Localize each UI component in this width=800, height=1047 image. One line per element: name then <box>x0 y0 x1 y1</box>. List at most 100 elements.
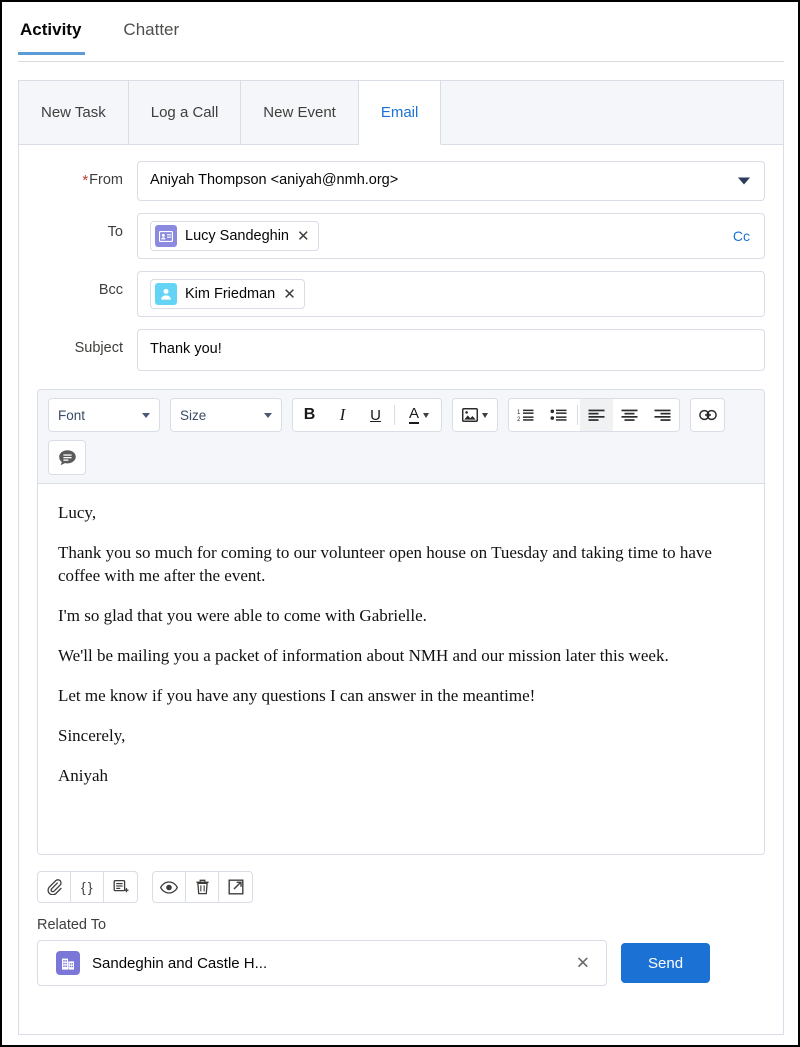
pop-out-icon <box>228 879 243 895</box>
publisher-panel: New Task Log a Call New Event Email *Fro… <box>18 80 784 1035</box>
bulleted-list-button[interactable] <box>542 399 575 431</box>
remove-recipient-to-icon[interactable]: ✕ <box>297 229 310 244</box>
from-select[interactable]: Aniyah Thompson <aniyah@nmh.org> <box>137 161 765 201</box>
subject-value: Thank you! <box>150 341 222 358</box>
lead-person-icon <box>155 283 177 305</box>
body-paragraph: Aniyah <box>58 765 109 785</box>
size-select-group: Size <box>170 398 282 432</box>
ordered-list-button[interactable]: 1 2 <box>509 399 542 431</box>
size-select[interactable]: Size <box>171 399 281 431</box>
italic-icon: I <box>339 405 346 424</box>
tab-activity[interactable]: Activity <box>18 16 103 55</box>
delete-draft-button[interactable] <box>186 872 219 902</box>
align-center-button[interactable] <box>613 399 646 431</box>
required-asterisk: * <box>82 172 89 189</box>
tab-chatter[interactable]: Chatter <box>103 16 179 54</box>
footer-action-icons: { } <box>37 871 765 903</box>
recipient-pill-bcc-label: Kim Friedman <box>185 286 276 302</box>
quick-text-button[interactable] <box>49 441 85 474</box>
recipient-pill-bcc[interactable]: Kim Friedman ✕ <box>150 279 305 309</box>
publisher-tab-email[interactable]: Email <box>358 81 442 145</box>
related-to-row: Sandeghin and Castle H... ✕ Send <box>37 940 765 986</box>
bcc-input[interactable]: Kim Friedman ✕ <box>137 271 765 317</box>
remove-recipient-bcc-icon[interactable]: ✕ <box>283 287 296 302</box>
publisher-tab-log-a-call[interactable]: Log a Call <box>129 81 242 144</box>
body-paragraph: Lucy, <box>58 503 97 522</box>
bulleted-list-icon <box>550 409 567 421</box>
bold-button[interactable]: B <box>293 399 326 431</box>
chevron-down-icon <box>264 412 272 418</box>
pop-out-button[interactable] <box>219 872 252 902</box>
font-select-label: Font <box>58 407 86 423</box>
ordered-list-icon: 1 2 <box>517 409 534 422</box>
publisher-tab-new-task[interactable]: New Task <box>19 81 129 144</box>
image-icon <box>462 408 478 422</box>
clear-related-to-icon[interactable]: ✕ <box>576 955 590 972</box>
footer-icon-group-left: { } <box>37 871 138 903</box>
toolbar-divider <box>394 405 395 425</box>
primary-tab-bar: Activity Chatter <box>18 16 784 62</box>
svg-text:1: 1 <box>517 410 521 416</box>
publisher-tab-log-a-call-label: Log a Call <box>150 104 219 121</box>
font-select[interactable]: Font <box>49 399 159 431</box>
related-to-input[interactable]: Sandeghin and Castle H... ✕ <box>37 940 607 986</box>
from-row: *From Aniyah Thompson <aniyah@nmh.org> <box>37 161 765 201</box>
attach-file-button[interactable] <box>38 872 71 902</box>
subject-input[interactable]: Thank you! <box>137 329 765 371</box>
email-body[interactable]: Lucy, Thank you so much for coming to ou… <box>38 484 764 854</box>
body-paragraph: Thank you so much for coming to our volu… <box>58 542 712 585</box>
to-input[interactable]: Lucy Sandeghin ✕ Cc <box>137 213 765 259</box>
chevron-down-icon[interactable] <box>738 177 750 185</box>
align-center-icon <box>621 409 638 421</box>
publisher-tab-new-event[interactable]: New Event <box>241 81 359 144</box>
related-to-value: Sandeghin and Castle H... <box>92 954 268 972</box>
toolbar-row-2 <box>48 440 754 475</box>
cc-link[interactable]: Cc <box>733 228 750 244</box>
related-to-value-wrap: Sandeghin and Castle H... <box>50 945 594 981</box>
svg-text:2: 2 <box>517 417 521 422</box>
chevron-down-icon <box>423 412 429 418</box>
publisher-tab-new-event-label: New Event <box>263 104 336 121</box>
to-label: To <box>107 224 123 240</box>
rich-text-editor: Font Size B I U A 1 2 Lucy, Thank you so… <box>37 389 765 855</box>
chevron-down-icon <box>482 412 488 418</box>
from-value: Aniyah Thompson <aniyah@nmh.org> <box>150 172 399 189</box>
underline-button[interactable]: U <box>359 399 392 431</box>
subject-row: Subject Thank you! <box>37 329 765 371</box>
publisher-tab-bar: New Task Log a Call New Event Email <box>19 81 783 145</box>
merge-field-button[interactable]: { } <box>71 872 104 902</box>
send-button-label: Send <box>648 954 684 972</box>
editor-toolbar: Font Size B I U A 1 2 <box>38 390 764 484</box>
link-group <box>690 398 725 432</box>
recipient-pill-to[interactable]: Lucy Sandeghin ✕ <box>150 221 319 251</box>
body-paragraph: We'll be mailing you a packet of informa… <box>58 645 669 665</box>
preview-button[interactable] <box>153 872 186 902</box>
size-select-label: Size <box>180 407 207 423</box>
merge-field-icon: { } <box>80 879 94 895</box>
image-button[interactable] <box>453 399 497 431</box>
text-color-button[interactable]: A <box>397 399 441 431</box>
align-left-button[interactable] <box>580 399 613 431</box>
bcc-label: Bcc <box>98 282 123 298</box>
from-label: *From <box>82 172 123 189</box>
publisher-tab-email-label: Email <box>380 104 419 121</box>
align-left-icon <box>588 409 605 421</box>
quick-text-icon <box>58 449 76 465</box>
delete-icon <box>195 879 209 895</box>
subject-label: Subject <box>74 340 123 356</box>
bcc-row: Bcc Kim Friedman ✕ <box>37 271 765 317</box>
link-button[interactable] <box>691 399 724 431</box>
link-icon <box>698 409 717 421</box>
composer-footer: { } Related To Sandeghin and Castle H...… <box>19 855 783 986</box>
italic-button[interactable]: I <box>326 399 359 431</box>
send-button[interactable]: Send <box>621 943 711 983</box>
text-color-icon: A <box>408 405 419 425</box>
email-composer-frame: Activity Chatter New Task Log a Call New… <box>0 0 800 1047</box>
recipient-pill-to-label: Lucy Sandeghin <box>185 228 289 244</box>
align-right-button[interactable] <box>646 399 679 431</box>
preview-icon <box>160 880 178 894</box>
toolbar-row-1: Font Size B I U A 1 2 <box>48 398 754 432</box>
list-align-group: 1 2 <box>508 398 680 432</box>
insert-template-button[interactable] <box>104 872 137 902</box>
footer-icon-group-right <box>152 871 253 903</box>
